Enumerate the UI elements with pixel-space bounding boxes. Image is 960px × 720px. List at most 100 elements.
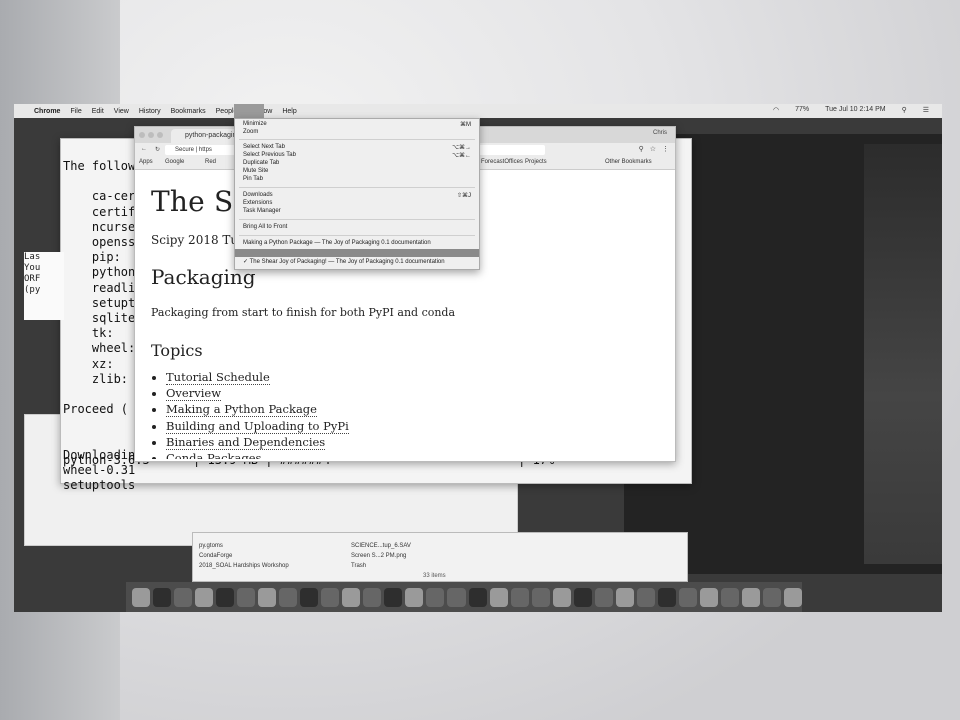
- notification-icon[interactable]: ☰: [923, 106, 929, 114]
- finder-file-item[interactable]: Trash: [345, 561, 545, 571]
- battery-indicator[interactable]: 77%: [795, 106, 809, 114]
- close-dot-icon[interactable]: [139, 132, 145, 138]
- dock-app-icon[interactable]: [195, 587, 214, 607]
- small-terminal-window[interactable]: Las You ORF (py: [24, 252, 64, 320]
- menu-item[interactable]: Zoom: [243, 129, 258, 135]
- minimize-dot-icon[interactable]: [148, 132, 154, 138]
- dock-app-icon[interactable]: [678, 587, 697, 607]
- menu-item[interactable]: Select Next Tab: [243, 144, 285, 150]
- dock-app-icon[interactable]: [426, 587, 445, 607]
- menu-icon[interactable]: ⋮: [662, 145, 669, 153]
- dock-app-icon[interactable]: [720, 587, 739, 607]
- menu-bookmarks[interactable]: Bookmarks: [171, 108, 206, 115]
- dock-app-icon[interactable]: [342, 587, 361, 607]
- menu-file[interactable]: File: [70, 108, 81, 115]
- profile-button[interactable]: Chris: [653, 130, 667, 136]
- terminal-line: readli: [63, 280, 136, 295]
- menu-history[interactable]: History: [139, 108, 161, 115]
- bookmark-item[interactable]: ForecastOffices: [481, 159, 523, 165]
- dock-app-icon[interactable]: [363, 587, 382, 607]
- menu-separator: [239, 187, 475, 188]
- topic-link[interactable]: Tutorial Schedule: [166, 369, 349, 385]
- dock-app-icon[interactable]: [279, 587, 298, 607]
- dock-app-icon[interactable]: [237, 587, 256, 607]
- dock-app-icon[interactable]: [657, 587, 676, 607]
- dock-app-icon[interactable]: [132, 587, 151, 607]
- back-icon[interactable]: ←: [141, 146, 147, 153]
- menu-item[interactable]: ✓ The Shear Joy of Packaging! — The Joy …: [243, 258, 445, 265]
- dock-app-icon[interactable]: [741, 587, 760, 607]
- dock-app-icon[interactable]: [300, 587, 319, 607]
- menu-highlight: [234, 104, 264, 118]
- dock-app-icon[interactable]: [216, 587, 235, 607]
- terminal-line: The follow: [63, 159, 136, 173]
- dock-app-icon[interactable]: [762, 587, 781, 607]
- menu-separator: [239, 139, 475, 140]
- dock-app-icon[interactable]: [258, 587, 277, 607]
- finder-window[interactable]: py.gtoms CondaForge 2018_SOAL Hardships Wo…: [192, 532, 688, 582]
- dock-app-icon[interactable]: [468, 587, 487, 607]
- menu-help[interactable]: Help: [282, 108, 296, 115]
- window-controls[interactable]: [139, 132, 163, 138]
- dock-app-icon[interactable]: [531, 587, 550, 607]
- topic-link[interactable]: Building and Uploading to PyPi: [166, 418, 349, 434]
- dock-app-icon[interactable]: [510, 587, 529, 607]
- finder-sidebar-item[interactable]: 2018_SOAL Hardships Workshop: [193, 561, 343, 571]
- finder-file-item[interactable]: Screen S...2 PM.png: [345, 551, 545, 561]
- dock-app-icon[interactable]: [447, 587, 466, 607]
- menu-item[interactable]: Bring All to Front: [243, 224, 287, 230]
- menu-view[interactable]: View: [114, 108, 129, 115]
- menu-item[interactable]: Mute Site: [243, 168, 268, 174]
- menu-shortcut: ⌘M: [460, 122, 471, 128]
- bookmark-item[interactable]: Other Bookmarks: [605, 159, 652, 165]
- dock-app-icon[interactable]: [615, 587, 634, 607]
- topic-link[interactable]: Binaries and Dependencies: [166, 434, 349, 450]
- dock-app-icon[interactable]: [783, 587, 802, 607]
- menu-shortcut: ⌥⌘→: [452, 145, 471, 151]
- menu-item[interactable]: Pin Tab: [243, 176, 263, 182]
- terminal-line: zlib:: [63, 371, 129, 386]
- dock-app-icon[interactable]: [405, 587, 424, 607]
- clock[interactable]: Tue Jul 10 2:14 PM: [825, 106, 885, 114]
- bookmark-item[interactable]: Projects: [525, 159, 547, 165]
- bookmark-item[interactable]: Apps: [139, 159, 153, 165]
- terminal-line: certif: [63, 204, 136, 219]
- finder-file-item[interactable]: SCIENCE...tup_6.SAV: [345, 541, 545, 551]
- menu-item[interactable]: Duplicate Tab: [243, 160, 279, 166]
- wifi-icon[interactable]: ◠: [773, 106, 779, 114]
- menu-item[interactable]: Extensions: [243, 200, 272, 206]
- dock-app-icon[interactable]: [594, 587, 613, 607]
- spotlight-icon[interactable]: ⚲: [902, 106, 907, 114]
- menu-item[interactable]: Minimize: [243, 121, 267, 127]
- topic-link[interactable]: Conda Packages: [166, 450, 349, 459]
- menu-chrome[interactable]: Chrome: [34, 108, 60, 115]
- star-icon[interactable]: ☆: [650, 145, 656, 153]
- topic-link[interactable]: Overview: [166, 385, 349, 402]
- dock-app-icon[interactable]: [573, 587, 592, 607]
- menu-item[interactable]: Making a Python Package — The Joy of Pac…: [243, 240, 431, 246]
- dock-app-icon[interactable]: [489, 587, 508, 607]
- dock-app-icon[interactable]: [174, 587, 193, 607]
- bookmark-item[interactable]: Red: [205, 159, 216, 165]
- dock-app-icon[interactable]: [384, 587, 403, 607]
- dock-app-icon[interactable]: [699, 587, 718, 607]
- menu-item[interactable]: Task Manager: [243, 208, 281, 214]
- menu-item[interactable]: Downloads: [243, 192, 273, 198]
- dock-app-icon[interactable]: [636, 587, 655, 607]
- menu-shortcut: ⌥⌘←: [452, 153, 471, 159]
- search-icon[interactable]: ⚲: [639, 145, 644, 153]
- finder-sidebar-item[interactable]: CondaForge: [193, 551, 343, 561]
- zoom-dot-icon[interactable]: [157, 132, 163, 138]
- finder-sidebar-item[interactable]: py.gtoms: [193, 541, 343, 551]
- small-terminal-line: ORF: [24, 274, 41, 284]
- menu-item[interactable]: Select Previous Tab: [243, 152, 296, 158]
- dock-app-icon[interactable]: [321, 587, 340, 607]
- menu-separator: [239, 219, 475, 220]
- topic-link[interactable]: Making a Python Package: [166, 401, 349, 418]
- dock-app-icon[interactable]: [153, 587, 172, 607]
- reload-icon[interactable]: ↻: [155, 146, 160, 153]
- dock-app-icon[interactable]: [552, 587, 571, 607]
- bookmark-item[interactable]: Google: [165, 159, 184, 165]
- menu-edit[interactable]: Edit: [92, 108, 104, 115]
